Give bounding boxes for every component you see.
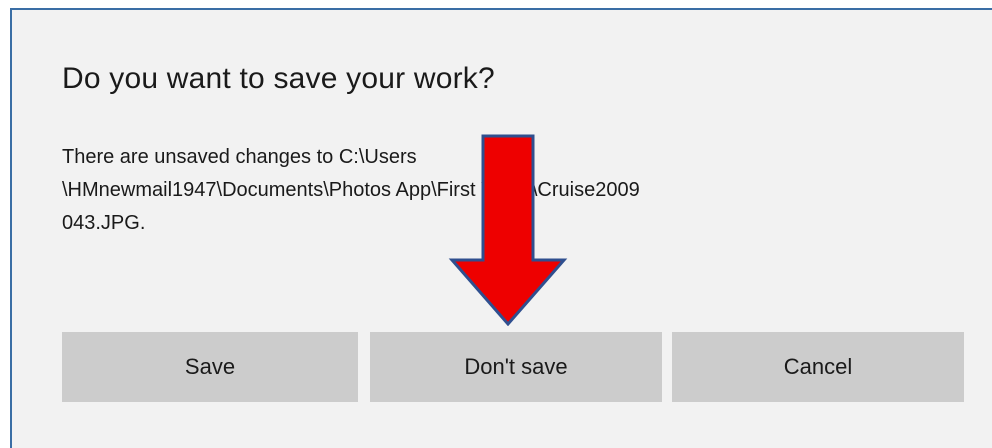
save-dialog: Do you want to save your work? There are…: [10, 8, 992, 448]
dialog-title: Do you want to save your work?: [62, 62, 495, 95]
cancel-button[interactable]: Cancel: [672, 332, 964, 402]
save-button[interactable]: Save: [62, 332, 358, 402]
dont-save-button[interactable]: Don't save: [370, 332, 662, 402]
dialog-message: There are unsaved changes to C:\Users \H…: [62, 146, 640, 234]
